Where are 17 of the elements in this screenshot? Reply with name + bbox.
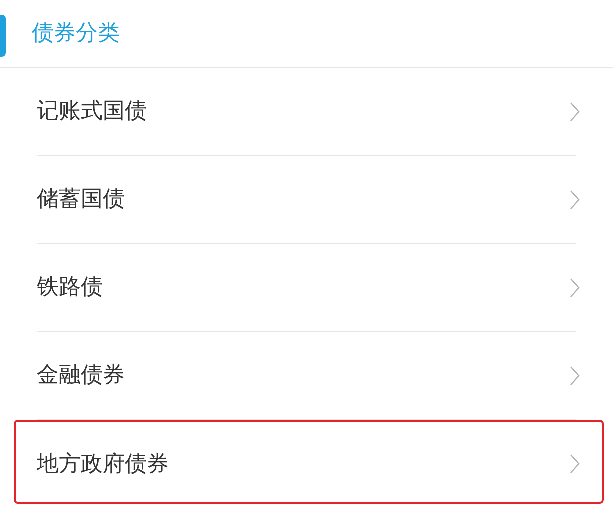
chevron-right-icon <box>570 366 580 386</box>
accent-bar <box>0 15 6 57</box>
list-item[interactable]: 铁路债 <box>37 244 576 332</box>
item-label: 金融债券 <box>37 362 125 390</box>
list-item[interactable]: 储蓄国债 <box>37 156 576 244</box>
list-item[interactable]: 记账式国债 <box>37 68 576 156</box>
list-item[interactable]: 地方政府债券 <box>37 420 576 508</box>
section-title: 债券分类 <box>32 20 120 48</box>
chevron-right-icon <box>570 190 580 210</box>
item-label: 记账式国债 <box>37 98 147 126</box>
list-item[interactable]: 金融债券 <box>37 332 576 420</box>
chevron-right-icon <box>570 102 580 122</box>
chevron-right-icon <box>570 454 580 474</box>
chevron-right-icon <box>570 278 580 298</box>
item-label: 地方政府债券 <box>37 450 169 478</box>
item-label: 铁路债 <box>37 274 103 302</box>
item-label: 储蓄国债 <box>37 186 125 214</box>
